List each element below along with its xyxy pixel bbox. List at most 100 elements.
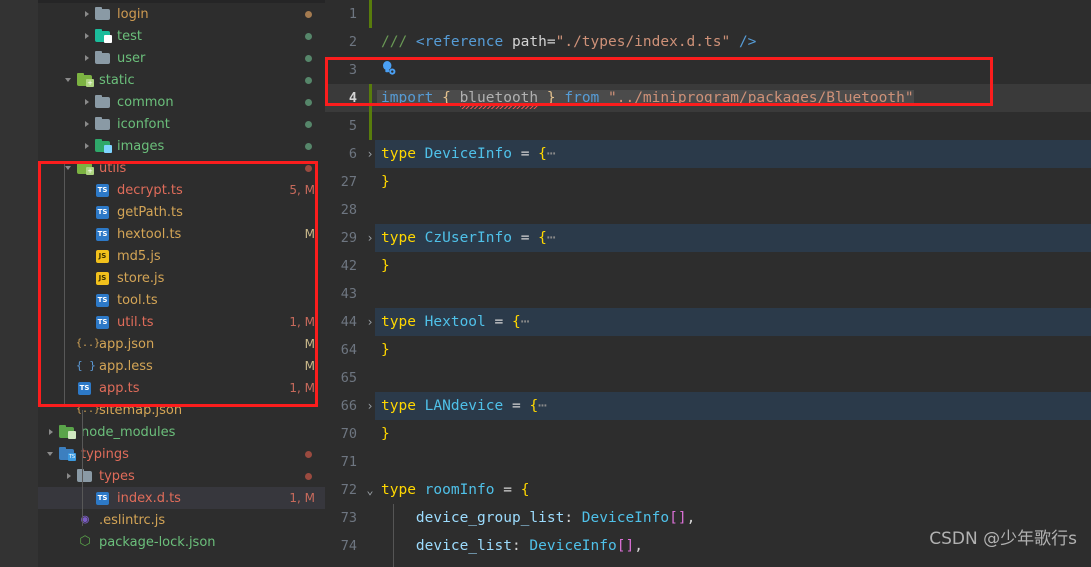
folder-test-icon (94, 28, 112, 44)
code-token: type (381, 146, 425, 162)
twisty-expanded-icon[interactable] (64, 157, 76, 179)
twisty-expanded-icon[interactable] (46, 443, 58, 465)
tree-item-md5-js[interactable]: JS md5.js (38, 245, 325, 267)
twisty-collapsed-icon[interactable] (64, 465, 76, 487)
line-number: 6 (348, 146, 357, 162)
line-number: 72 (340, 482, 357, 498)
tree-item-package-lock-json[interactable]: ⬡ package-lock.json (38, 531, 325, 553)
twisty-collapsed-icon[interactable] (82, 47, 94, 69)
code-line-1[interactable]: 1 (325, 0, 1091, 28)
tree-item-iconfont[interactable]: iconfont (38, 113, 325, 135)
code-token: DeviceInfo (529, 538, 617, 554)
code-token: { (529, 398, 539, 414)
fold-expanded-icon[interactable]: ⌄ (363, 483, 377, 497)
code-token: = (485, 314, 512, 330)
code-editor[interactable]: 1 2 /// <reference path="./types/index.d.t… (325, 0, 1091, 567)
twisty-collapsed-icon[interactable] (82, 25, 94, 47)
code-line-5[interactable]: 5 (325, 112, 1091, 140)
tree-item-utils[interactable]: + utils (38, 157, 325, 179)
tree-item-images[interactable]: images (38, 135, 325, 157)
twisty-collapsed-icon[interactable] (82, 113, 94, 135)
line-number: 5 (348, 118, 357, 134)
code-token: from (555, 90, 609, 106)
code-line-64[interactable]: 64} (325, 336, 1091, 364)
fold-collapsed-icon[interactable]: › (363, 231, 377, 245)
twisty-collapsed-icon[interactable] (82, 3, 94, 25)
modified-gutter-marker (369, 112, 372, 140)
line-number: 73 (340, 510, 357, 526)
tree-item-app-ts[interactable]: TS app.ts 1, M (38, 377, 325, 399)
tree-item-user[interactable]: user (38, 47, 325, 69)
quick-fix-lightbulb-icon[interactable] (380, 60, 398, 78)
tree-item-tool-ts[interactable]: TS tool.ts (38, 289, 325, 311)
fold-collapsed-icon[interactable]: › (363, 315, 377, 329)
fold-collapsed-icon[interactable]: › (363, 147, 377, 161)
code-line-3[interactable]: 3 (325, 56, 1091, 84)
code-text: } (377, 426, 390, 442)
code-line-6[interactable]: 6 › type DeviceInfo = {⋯ (325, 140, 1091, 168)
tree-item-login[interactable]: login (38, 3, 325, 25)
tree-item-decrypt-ts[interactable]: TS decrypt.ts 5, M (38, 179, 325, 201)
code-line-28[interactable]: 28 (325, 196, 1091, 224)
code-line-71[interactable]: 71 (325, 448, 1091, 476)
typescript-file-icon: TS (94, 226, 112, 242)
tree-item-static[interactable]: + static (38, 69, 325, 91)
code-line-65[interactable]: 65 (325, 364, 1091, 392)
tree-item-label: user (117, 50, 146, 66)
folder-open-icon: + (76, 160, 94, 176)
tree-item-app-less[interactable]: { } app.less M (38, 355, 325, 377)
code-line-70[interactable]: 70} (325, 420, 1091, 448)
folder-typings-icon: TS (58, 446, 76, 462)
code-text: type roomInfo = { (377, 482, 529, 498)
code-token: type (381, 230, 425, 246)
tree-item-status-dot (305, 473, 312, 480)
code-line-42[interactable]: 42} (325, 252, 1091, 280)
folder-open-icon: + (76, 72, 94, 88)
tree-item-label: decrypt.ts (117, 182, 183, 198)
code-line-2[interactable]: 2 /// <reference path="./types/index.d.ts… (325, 28, 1091, 56)
code-line-75[interactable]: 75 name: String, (325, 560, 1091, 567)
tree-item-status: M (304, 227, 315, 241)
twisty-collapsed-icon[interactable] (82, 135, 94, 157)
tree-item-label: types (99, 468, 135, 484)
tree-item-status-dot (305, 451, 312, 458)
json-file-icon: {..} (76, 404, 101, 415)
code-token: : (564, 510, 582, 526)
code-text: type DeviceInfo = {⋯ (377, 146, 556, 162)
code-token: bluetooth (459, 90, 539, 106)
tree-item-label: getPath.ts (117, 204, 183, 220)
tree-item-app-json[interactable]: {..} app.json M (38, 333, 325, 355)
tree-item-hextool-ts[interactable]: TS hextool.ts M (38, 223, 325, 245)
code-token: roomInfo (424, 482, 495, 498)
tree-item-getpath-ts[interactable]: TS getPath.ts (38, 201, 325, 223)
json-file-icon: {..} (76, 338, 101, 349)
code-line-29[interactable]: 29 › type CzUserInfo = {⋯ (325, 224, 1091, 252)
code-token: { (442, 90, 460, 106)
tree-item-test[interactable]: test (38, 25, 325, 47)
fold-collapsed-icon[interactable]: › (363, 399, 377, 413)
code-line-66[interactable]: 66 › type LANdevice = {⋯ (325, 392, 1091, 420)
twisty-collapsed-icon[interactable] (82, 91, 94, 113)
line-number: 3 (348, 62, 357, 78)
code-token: path= (511, 34, 556, 50)
code-line-27[interactable]: 27} (325, 168, 1091, 196)
code-token: type (381, 398, 425, 414)
tree-item-status-dot (305, 55, 312, 62)
tree-item-store-js[interactable]: JS store.js (38, 267, 325, 289)
twisty-expanded-icon[interactable] (64, 69, 76, 91)
code-line-72[interactable]: 72 ⌄ type roomInfo = { (325, 476, 1091, 504)
code-text: type Hextool = {⋯ (377, 314, 529, 330)
twisty-collapsed-icon[interactable] (46, 421, 58, 443)
code-token: } (381, 342, 390, 358)
code-line-43[interactable]: 43 (325, 280, 1091, 308)
tree-item-common[interactable]: common (38, 91, 325, 113)
code-line-44[interactable]: 44 › type Hextool = {⋯ (325, 308, 1091, 336)
line-number: 4 (348, 90, 357, 106)
explorer-sidebar[interactable]: login test user + static common iconfont images… (38, 0, 325, 567)
code-token: ⋯ (520, 314, 530, 330)
tree-item-util-ts[interactable]: TS util.ts 1, M (38, 311, 325, 333)
line-number: 1 (348, 6, 357, 22)
code-line-4[interactable]: 4 import { bluetooth } from "../miniprogr… (325, 84, 1091, 112)
